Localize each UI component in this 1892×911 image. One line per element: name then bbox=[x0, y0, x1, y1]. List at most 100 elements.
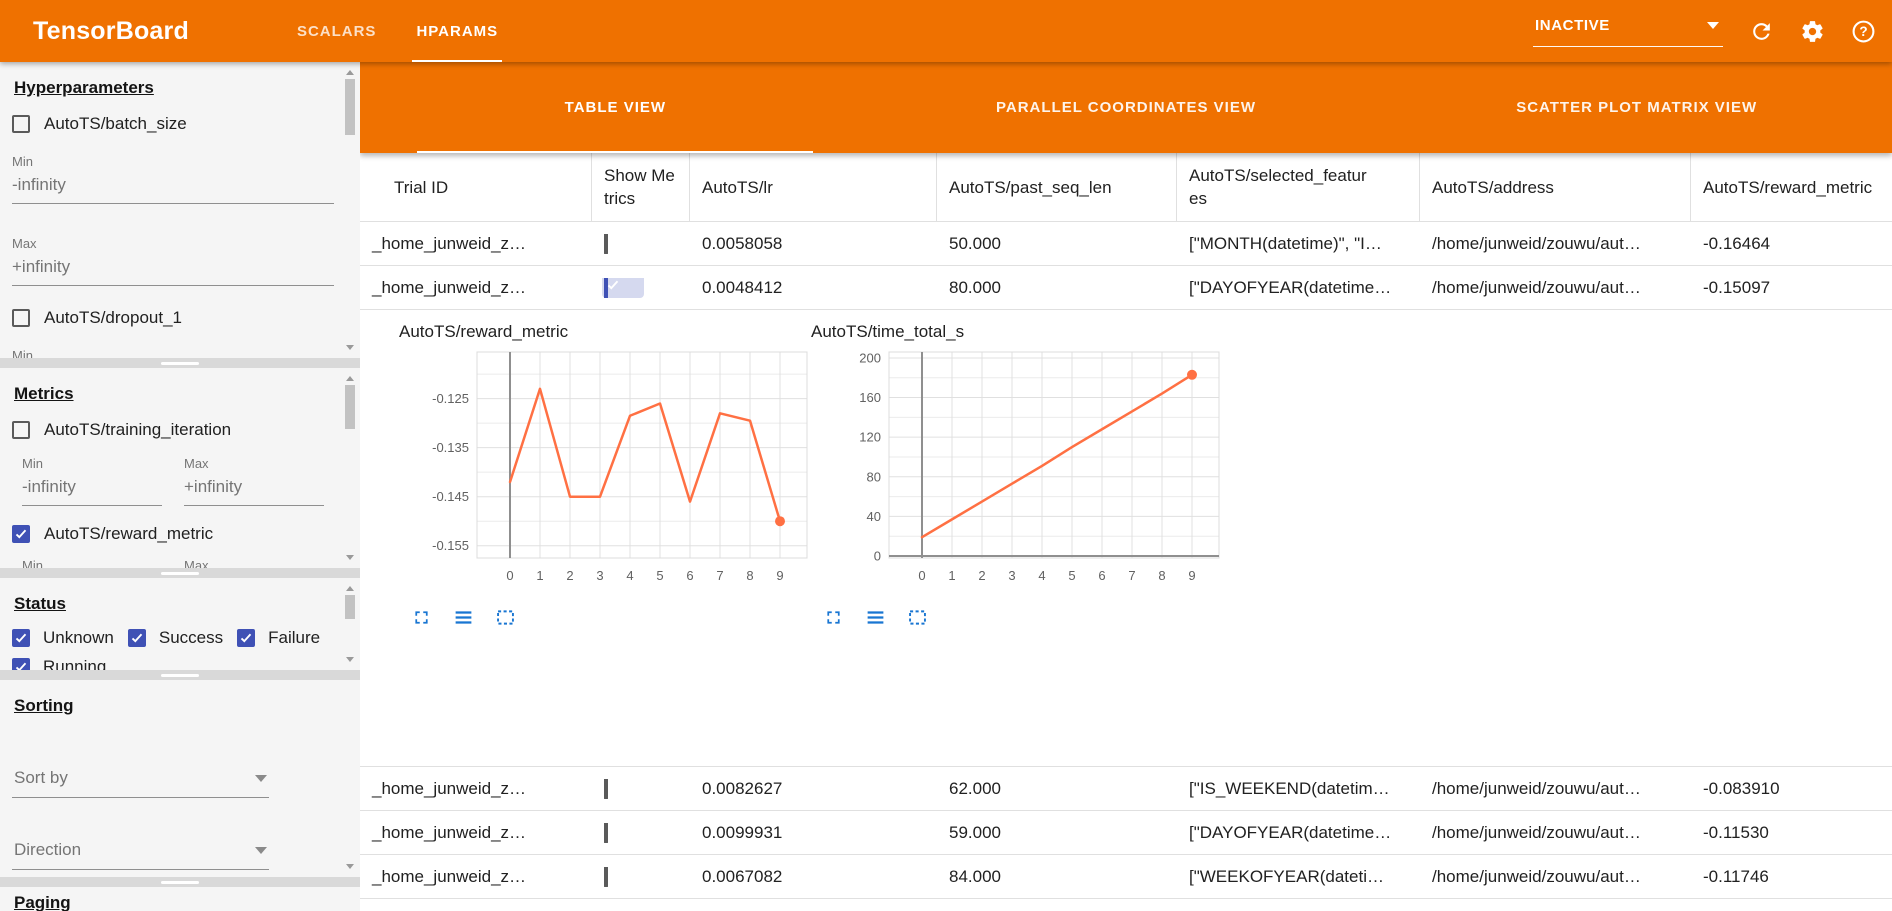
svg-text:8: 8 bbox=[1158, 568, 1165, 583]
status-unknown-checkbox[interactable] bbox=[12, 629, 30, 647]
dashed-selection-icon[interactable] bbox=[907, 607, 928, 628]
section-resize-divider[interactable] bbox=[0, 358, 360, 368]
show-metrics-checkbox[interactable] bbox=[604, 823, 608, 843]
reward-metric-label: AutoTS/reward_metric bbox=[44, 524, 213, 544]
resize-handle[interactable] bbox=[161, 881, 199, 884]
time-total-chart: 040801201602000123456789 bbox=[805, 344, 1235, 589]
table-row: _home_junweid_z…0.005805850.000["MONTH(d… bbox=[360, 222, 1892, 266]
scrollbar-thumb[interactable] bbox=[345, 595, 355, 619]
scroll-down-icon[interactable] bbox=[346, 864, 354, 869]
header-toolbar: INACTIVE ? bbox=[1533, 15, 1876, 47]
metric-reward-row[interactable]: AutoTS/reward_metric bbox=[12, 524, 334, 544]
tab-scatter-plot-matrix-view[interactable]: SCATTER PLOT MATRIX VIEW bbox=[1381, 62, 1892, 153]
resize-handle[interactable] bbox=[161, 572, 199, 575]
past-seq-len-cell: 59.000 bbox=[937, 823, 1177, 843]
scrollbar-thumb[interactable] bbox=[345, 385, 355, 429]
training-iteration-checkbox[interactable] bbox=[12, 421, 30, 439]
status-unknown-row[interactable]: Unknown bbox=[12, 628, 114, 648]
address-cell: /home/junweid/zouwu/aut… bbox=[1420, 278, 1691, 298]
show-metrics-checkbox[interactable] bbox=[604, 278, 608, 298]
column-header-address[interactable]: AutoTS/address bbox=[1420, 153, 1691, 221]
section-scrollbar[interactable] bbox=[344, 374, 356, 562]
column-header-lr[interactable]: AutoTS/lr bbox=[690, 153, 937, 221]
trial-id-cell: _home_junweid_z… bbox=[360, 278, 592, 298]
table-row: _home_junweid_z…0.006708284.000["WEEKOFY… bbox=[360, 855, 1892, 899]
svg-text:5: 5 bbox=[1068, 568, 1075, 583]
address-cell: /home/junweid/zouwu/aut… bbox=[1420, 234, 1691, 254]
column-header-reward-metric[interactable]: AutoTS/reward_metric bbox=[1691, 153, 1892, 221]
scroll-up-icon[interactable] bbox=[346, 586, 354, 591]
table-rows-top: _home_junweid_z…0.005805850.000["MONTH(d… bbox=[360, 222, 1892, 310]
show-metrics-checkbox[interactable] bbox=[604, 867, 608, 887]
scroll-down-icon[interactable] bbox=[346, 345, 354, 350]
status-success-checkbox[interactable] bbox=[128, 629, 146, 647]
svg-text:9: 9 bbox=[776, 568, 783, 583]
horizontal-lines-icon[interactable] bbox=[865, 607, 886, 628]
status-running-checkbox[interactable] bbox=[12, 658, 30, 670]
selected-features-cell: ["DAYOFYEAR(datetime… bbox=[1177, 278, 1420, 298]
section-scrollbar[interactable] bbox=[344, 686, 356, 871]
gear-icon[interactable] bbox=[1800, 19, 1825, 44]
show-metrics-cell bbox=[592, 278, 690, 298]
show-metrics-cell bbox=[592, 779, 690, 799]
status-failure-row[interactable]: Failure bbox=[237, 628, 320, 648]
scrollbar-thumb[interactable] bbox=[345, 79, 355, 135]
section-resize-divider[interactable] bbox=[0, 568, 360, 578]
svg-text:-0.125: -0.125 bbox=[432, 391, 469, 406]
show-metrics-checkbox[interactable] bbox=[604, 234, 608, 254]
fullscreen-icon[interactable] bbox=[411, 607, 432, 628]
svg-text:9: 9 bbox=[1188, 568, 1195, 583]
lr-cell: 0.0082627 bbox=[690, 779, 937, 799]
hparam-batch-size-row[interactable]: AutoTS/batch_size bbox=[12, 114, 334, 134]
column-header-trial-id[interactable]: Trial ID bbox=[360, 153, 592, 221]
reload-icon[interactable] bbox=[1749, 19, 1774, 44]
show-metrics-checkbox[interactable] bbox=[604, 779, 608, 799]
scroll-up-icon[interactable] bbox=[346, 376, 354, 381]
selected-features-cell: ["DAYOFYEAR(datetime… bbox=[1177, 823, 1420, 843]
status-running-row[interactable]: Running bbox=[12, 657, 106, 670]
fullscreen-icon[interactable] bbox=[823, 607, 844, 628]
help-icon[interactable]: ? bbox=[1851, 19, 1876, 44]
tab-parallel-coordinates-view[interactable]: PARALLEL COORDINATES VIEW bbox=[871, 62, 1382, 153]
svg-text:160: 160 bbox=[859, 390, 881, 405]
column-header-show-metrics[interactable]: Show Metrics bbox=[592, 153, 690, 221]
dropout-checkbox[interactable] bbox=[12, 309, 30, 327]
min-input[interactable]: -infinity bbox=[12, 169, 334, 204]
batch-size-checkbox[interactable] bbox=[12, 115, 30, 133]
scroll-down-icon[interactable] bbox=[346, 555, 354, 560]
status-failure-checkbox[interactable] bbox=[237, 629, 255, 647]
sidebar-section-paging: Paging bbox=[0, 887, 360, 911]
tab-hparams[interactable]: HPARAMS bbox=[396, 0, 518, 62]
svg-text:6: 6 bbox=[686, 568, 693, 583]
dashed-selection-icon[interactable] bbox=[495, 607, 516, 628]
column-header-past-seq-len[interactable]: AutoTS/past_seq_len bbox=[937, 153, 1177, 221]
direction-select[interactable]: Direction bbox=[12, 836, 269, 870]
section-scrollbar[interactable] bbox=[344, 584, 356, 664]
status-heading: Status bbox=[14, 594, 334, 614]
tab-scalars[interactable]: SCALARS bbox=[277, 0, 397, 62]
max-input[interactable]: +infinity bbox=[184, 471, 324, 506]
section-resize-divider[interactable] bbox=[0, 877, 360, 887]
section-resize-divider[interactable] bbox=[0, 670, 360, 680]
resize-handle[interactable] bbox=[161, 674, 199, 677]
hparam-dropout-row[interactable]: AutoTS/dropout_1 bbox=[12, 308, 334, 328]
min-input[interactable]: -infinity bbox=[22, 471, 162, 506]
svg-text:80: 80 bbox=[867, 469, 881, 484]
max-input[interactable]: +infinity bbox=[12, 251, 334, 286]
scroll-up-icon[interactable] bbox=[346, 70, 354, 75]
show-metrics-cell bbox=[592, 234, 690, 254]
scroll-down-icon[interactable] bbox=[346, 657, 354, 662]
expanded-metrics-panel: AutoTS/reward_metric -0.155-0.145-0.135-… bbox=[360, 310, 1892, 767]
metric-training-iteration-row[interactable]: AutoTS/training_iteration bbox=[12, 420, 334, 440]
reward-metric-checkbox[interactable] bbox=[12, 525, 30, 543]
sort-by-select[interactable]: Sort by bbox=[12, 764, 269, 798]
tab-table-view[interactable]: TABLE VIEW bbox=[360, 62, 871, 153]
status-success-row[interactable]: Success bbox=[128, 628, 223, 648]
selected-features-cell: ["IS_WEEKEND(datetim… bbox=[1177, 779, 1420, 799]
resize-handle[interactable] bbox=[161, 362, 199, 365]
reward-metric-cell: -0.11530 bbox=[1691, 823, 1892, 843]
horizontal-lines-icon[interactable] bbox=[453, 607, 474, 628]
section-scrollbar[interactable] bbox=[344, 68, 356, 352]
column-header-selected-features[interactable]: AutoTS/selected_features bbox=[1177, 153, 1420, 221]
run-status-selector[interactable]: INACTIVE bbox=[1533, 15, 1723, 47]
